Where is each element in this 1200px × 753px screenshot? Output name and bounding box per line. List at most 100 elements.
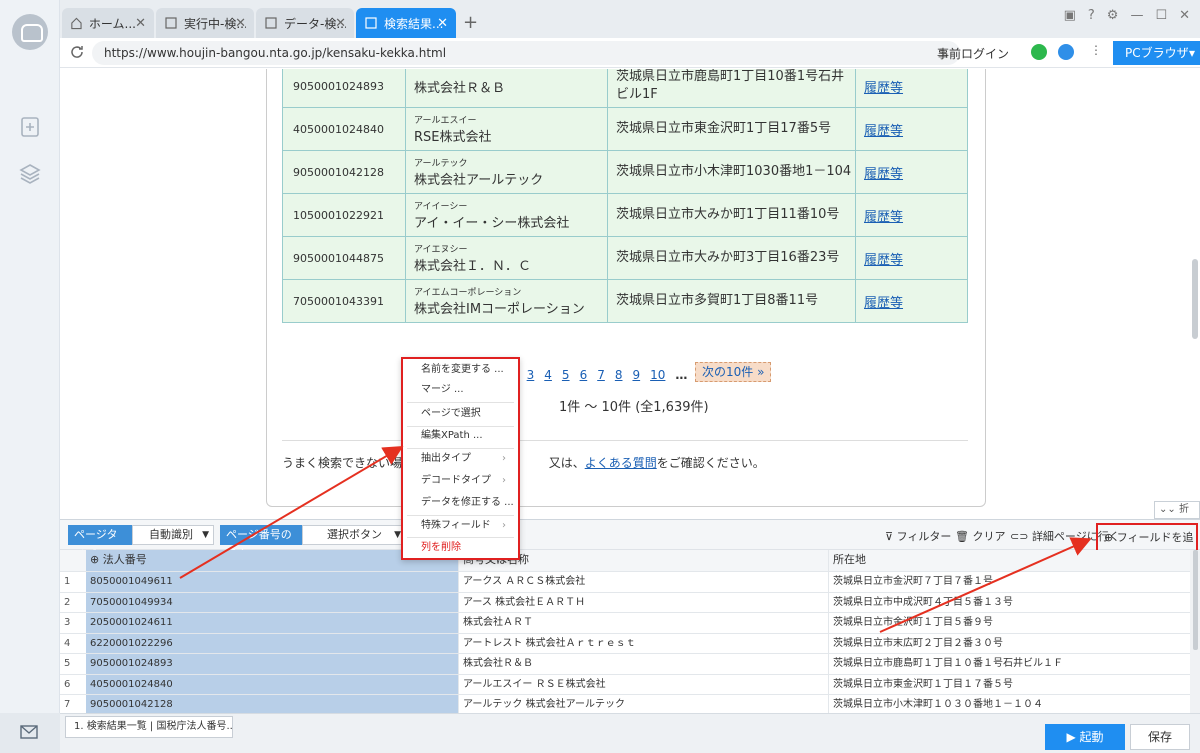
special-field-menu-item[interactable]: 特殊フィールド › bbox=[403, 515, 518, 537]
page-link[interactable]: 4 bbox=[544, 368, 552, 382]
help-icon[interactable]: ? bbox=[1088, 8, 1095, 23]
faq-link[interactable]: よくある質問 bbox=[585, 456, 657, 470]
clear-button[interactable]: 🗑 クリア bbox=[955, 528, 1005, 544]
corp-number-cell[interactable]: 4050001024840 bbox=[86, 674, 458, 694]
corp-name-cell[interactable]: アールテック 株式会社アールテック bbox=[458, 695, 828, 714]
corp-name-cell[interactable]: アークス ＡＲＣＳ株式会社 bbox=[458, 572, 828, 592]
new-tab-button[interactable]: + bbox=[463, 12, 478, 33]
grid-scrollbar[interactable] bbox=[1190, 550, 1200, 714]
modify-data-menu-item[interactable]: データを修正する ... bbox=[403, 492, 518, 514]
address-cell[interactable]: 茨城県日立市末広町２丁目２番３０号 bbox=[828, 633, 1190, 653]
fold-button[interactable]: ⌄⌄ 折る bbox=[1154, 501, 1200, 519]
menu-label: 特殊フィールド bbox=[421, 520, 491, 531]
url-field[interactable]: https://www.houjin-bangou.nta.go.jp/kens… bbox=[92, 41, 960, 65]
table-row[interactable]: 3 2050001024611 株式会社ＡＲＴ 茨城県日立市金沢町１丁目５番９号 bbox=[60, 613, 1190, 634]
tab-home[interactable]: ホーム... ✕ bbox=[62, 8, 154, 38]
maximize-icon[interactable]: ☐ bbox=[1155, 8, 1167, 23]
corp-number-cell[interactable]: 2050001024611 bbox=[86, 613, 458, 633]
corp-number-cell[interactable]: 8050001049611 bbox=[86, 572, 458, 592]
green-plugin-icon[interactable] bbox=[1031, 44, 1047, 60]
new-task-icon[interactable] bbox=[18, 115, 42, 139]
corp-name-cell: アールテック 株式会社アールテック bbox=[405, 150, 608, 194]
rename-menu-item[interactable]: 名前を変更する ... bbox=[403, 359, 518, 381]
table-row[interactable]: 6 4050001024840 アールエスイー ＲＳＥ株式会社 茨城県日立市東金沢町１… bbox=[60, 674, 1190, 695]
tab-search-results[interactable]: 検索結果... ✕ bbox=[356, 8, 456, 38]
close-icon[interactable]: ✕ bbox=[135, 16, 146, 31]
close-icon[interactable]: ✕ bbox=[335, 16, 346, 31]
page-link[interactable]: 5 bbox=[562, 368, 570, 382]
next-10-button[interactable]: 次の10件 » bbox=[695, 362, 772, 382]
history-link[interactable]: 履歴等 bbox=[864, 210, 903, 225]
corp-number-cell[interactable]: 9050001024893 bbox=[86, 654, 458, 674]
page-scrollbar[interactable] bbox=[1192, 259, 1198, 339]
merge-menu-item[interactable]: マージ ... bbox=[403, 379, 518, 401]
corp-name: 株式会社Ｒ＆Ｂ bbox=[414, 80, 506, 96]
history-link-cell: 履歴等 bbox=[855, 279, 968, 323]
decode-type-menu-item[interactable]: デコードタイプ › bbox=[403, 470, 518, 492]
layers-icon[interactable] bbox=[18, 162, 42, 186]
edit-xpath-menu-item[interactable]: 編集XPath ... bbox=[403, 425, 518, 447]
menu-label: 名前を変更する ... bbox=[421, 364, 504, 375]
panel-toolbar: ページタイプ 自動識別 ▼ ページ番号の設定 選択ボタン ▼ ⊽ フィルター 🗑… bbox=[60, 520, 1200, 561]
pc-browser-button[interactable]: PCブラウザ ▾ bbox=[1113, 41, 1200, 65]
close-icon[interactable]: ✕ bbox=[235, 16, 246, 31]
settings-icon[interactable]: ⚙ bbox=[1107, 8, 1119, 23]
gift-icon[interactable]: ▣ bbox=[1064, 8, 1076, 23]
select-in-page-menu-item[interactable]: ページで選択 bbox=[403, 403, 518, 425]
save-button[interactable]: 保存 bbox=[1130, 724, 1190, 750]
page-link[interactable]: 7 bbox=[597, 368, 605, 382]
mail-button[interactable] bbox=[0, 713, 60, 753]
history-link[interactable]: 履歴等 bbox=[864, 81, 903, 96]
more-menu-icon[interactable]: ⋮ bbox=[1090, 43, 1102, 57]
corp-number-cell[interactable]: 6220001022296 bbox=[86, 633, 458, 653]
page-link[interactable]: 8 bbox=[615, 368, 623, 382]
run-button[interactable]: ▶ 起動 bbox=[1045, 724, 1125, 750]
page-link[interactable]: 10 bbox=[650, 368, 665, 382]
corp-name-cell[interactable]: アース 株式会社ＥＡＲＴＨ bbox=[458, 592, 828, 612]
grid-scroll-thumb[interactable] bbox=[1193, 550, 1198, 650]
corp-number-cell[interactable]: 7050001049934 bbox=[86, 592, 458, 612]
reload-icon[interactable] bbox=[68, 43, 86, 61]
filter-button[interactable]: ⊽ フィルター bbox=[885, 528, 951, 544]
table-row[interactable]: 4 6220001022296 アートレスト 株式会社Ａｒｔｒｅｓｔ 茨城県日立市末広… bbox=[60, 633, 1190, 654]
column-header-address[interactable]: 所在地 bbox=[828, 550, 1190, 571]
corp-name-cell[interactable]: アートレスト 株式会社Ａｒｔｒｅｓｔ bbox=[458, 633, 828, 653]
page-link[interactable]: 3 bbox=[527, 368, 535, 382]
table-row[interactable]: 1 8050001049611 アークス ＡＲＣＳ株式会社 茨城県日立市金沢町７丁目７… bbox=[60, 572, 1190, 593]
window-controls: ▣ ? ⚙ — ☐ ✕ bbox=[1064, 8, 1190, 23]
corp-name-cell[interactable]: 株式会社Ｒ＆Ｂ bbox=[458, 654, 828, 674]
table-row[interactable]: 5 9050001024893 株式会社Ｒ＆Ｂ 茨城県日立市鹿島町１丁目１０番１号石井… bbox=[60, 654, 1190, 675]
row-index: 1 bbox=[64, 576, 71, 587]
pre-login-button[interactable]: 事前ログイン bbox=[937, 45, 1009, 62]
address-cell[interactable]: 茨城県日立市中成沢町４丁目５番１３号 bbox=[828, 592, 1190, 612]
address-cell: 茨城県日立市大みか町1丁目11番10号 bbox=[607, 193, 856, 237]
address-cell[interactable]: 茨城県日立市鹿島町１丁目１０番１号石井ビル１Ｆ bbox=[828, 654, 1190, 674]
history-link[interactable]: 履歴等 bbox=[864, 296, 903, 311]
task-tab[interactable]: 1. 検索結果一覧 | 国税庁法人番号... bbox=[65, 716, 233, 738]
add-field-button[interactable]: ⊕ フィールドを追加 bbox=[1096, 523, 1198, 570]
page-type-select[interactable]: 自動識別 ▼ bbox=[132, 525, 214, 545]
delete-column-menu-item[interactable]: 列を削除 bbox=[403, 537, 518, 559]
address-cell[interactable]: 茨城県日立市小木津町１０３０番地１－１０４ bbox=[828, 695, 1190, 714]
address-cell[interactable]: 茨城県日立市金沢町７丁目７番１号 bbox=[828, 572, 1190, 592]
address-cell[interactable]: 茨城県日立市東金沢町１丁目１７番５号 bbox=[828, 674, 1190, 694]
minimize-icon[interactable]: — bbox=[1130, 8, 1143, 23]
table-row[interactable]: 7 9050001042128 アールテック 株式会社アールテック 茨城県日立市小木津… bbox=[60, 695, 1190, 714]
tab-running[interactable]: 実行中-検... ✕ bbox=[156, 8, 254, 38]
history-link[interactable]: 履歴等 bbox=[864, 124, 903, 139]
corp-number-cell[interactable]: 9050001042128 bbox=[86, 695, 458, 714]
address-cell[interactable]: 茨城県日立市金沢町１丁目５番９号 bbox=[828, 613, 1190, 633]
extract-type-menu-item[interactable]: 抽出タイプ › bbox=[403, 448, 518, 470]
page-link[interactable]: 6 bbox=[580, 368, 588, 382]
corp-name-cell[interactable]: 株式会社ＡＲＴ bbox=[458, 613, 828, 633]
history-link[interactable]: 履歴等 bbox=[864, 167, 903, 182]
close-icon[interactable]: ✕ bbox=[437, 16, 448, 31]
tab-data[interactable]: データ-検... ✕ bbox=[256, 8, 354, 38]
page-link[interactable]: 9 bbox=[632, 368, 640, 382]
history-link[interactable]: 履歴等 bbox=[864, 253, 903, 268]
close-window-icon[interactable]: ✕ bbox=[1179, 8, 1190, 23]
corp-name-cell[interactable]: アールエスイー ＲＳＥ株式会社 bbox=[458, 674, 828, 694]
blue-plugin-icon[interactable] bbox=[1058, 44, 1074, 60]
page-number-select[interactable]: 選択ボタン ▼ bbox=[302, 525, 406, 545]
table-row[interactable]: 2 7050001049934 アース 株式会社ＥＡＲＴＨ 茨城県日立市中成沢町４丁目… bbox=[60, 592, 1190, 613]
